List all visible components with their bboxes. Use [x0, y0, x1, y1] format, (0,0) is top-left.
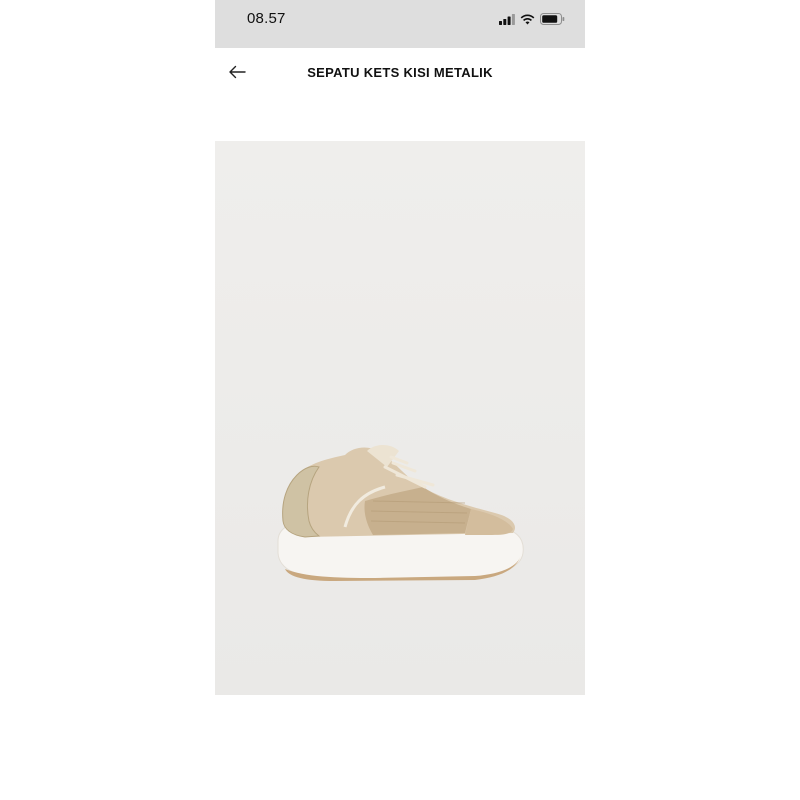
phone-screen: 08.57 SEPATU KETS KISI METALIK — [215, 0, 585, 800]
wifi-icon — [520, 14, 535, 24]
product-image[interactable] — [215, 141, 585, 695]
product-sheet: SEPATU KETS KISI METALIK — [215, 48, 585, 800]
battery-icon — [540, 13, 565, 25]
status-time: 08.57 — [247, 10, 286, 27]
cellular-signal-icon — [499, 13, 515, 25]
shoe-image — [277, 445, 524, 581]
status-icons — [499, 12, 565, 26]
page-title: SEPATU KETS KISI METALIK — [307, 65, 493, 80]
header: SEPATU KETS KISI METALIK — [215, 48, 585, 98]
status-bar: 08.57 — [215, 0, 585, 48]
